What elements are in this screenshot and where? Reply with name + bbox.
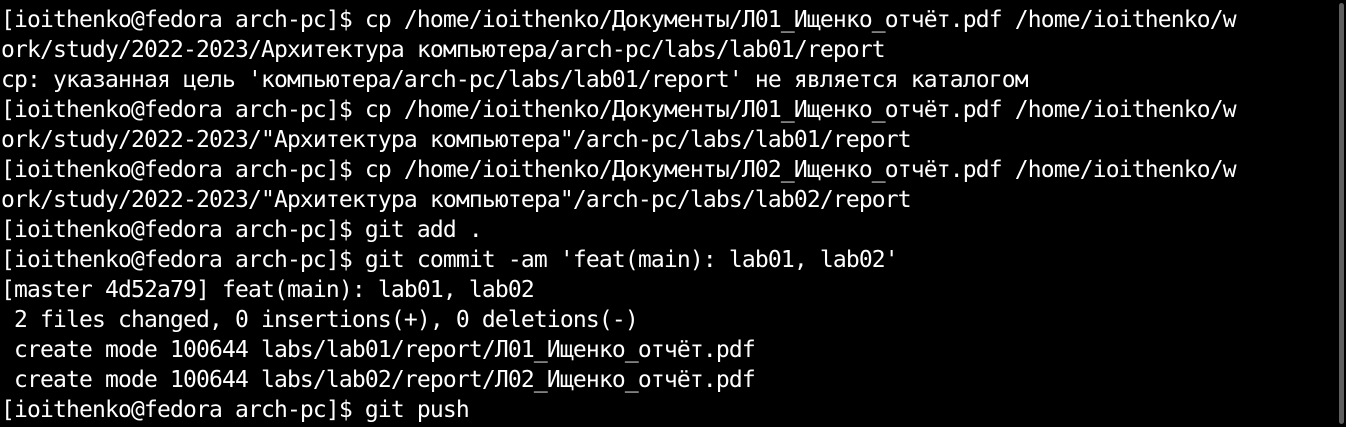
terminal-prompt-line[interactable]: [ioithenko@fedora arch-pc]$ git push bbox=[1, 395, 1337, 425]
terminal-line: ork/study/2022-2023/"Архитектура компьют… bbox=[1, 127, 912, 153]
terminal-line: [ioithenko@fedora arch-pc]$ git commit -… bbox=[1, 247, 899, 273]
terminal-line: create mode 100644 labs/lab01/report/Л01… bbox=[1, 337, 756, 363]
terminal-window[interactable]: [ioithenko@fedora arch-pc]$ cp /home/ioi… bbox=[0, 0, 1346, 427]
terminal-line: cp: указанная цель 'компьютера/arch-pc/l… bbox=[1, 67, 1029, 93]
terminal-output[interactable]: [ioithenko@fedora arch-pc]$ cp /home/ioi… bbox=[1, 5, 1337, 425]
terminal-line: ork/study/2022-2023/Архитектура компьюте… bbox=[1, 37, 886, 63]
terminal-line: [ioithenko@fedora arch-pc]$ cp /home/ioi… bbox=[1, 157, 1237, 183]
terminal-line: [master 4d52a79] feat(main): lab01, lab0… bbox=[1, 277, 535, 303]
terminal-line: [ioithenko@fedora arch-pc]$ cp /home/ioi… bbox=[1, 97, 1237, 123]
terminal-line: create mode 100644 labs/lab02/report/Л02… bbox=[1, 367, 756, 393]
terminal-line: ork/study/2022-2023/"Архитектура компьют… bbox=[1, 187, 912, 213]
terminal-line: [ioithenko@fedora arch-pc]$ git add . bbox=[1, 217, 483, 243]
scrollbar-thumb[interactable] bbox=[1339, 3, 1344, 424]
vertical-scrollbar[interactable] bbox=[1337, 0, 1346, 427]
terminal-line: [ioithenko@fedora arch-pc]$ cp /home/ioi… bbox=[1, 7, 1237, 33]
terminal-line: 2 files changed, 0 insertions(+), 0 dele… bbox=[1, 307, 639, 333]
